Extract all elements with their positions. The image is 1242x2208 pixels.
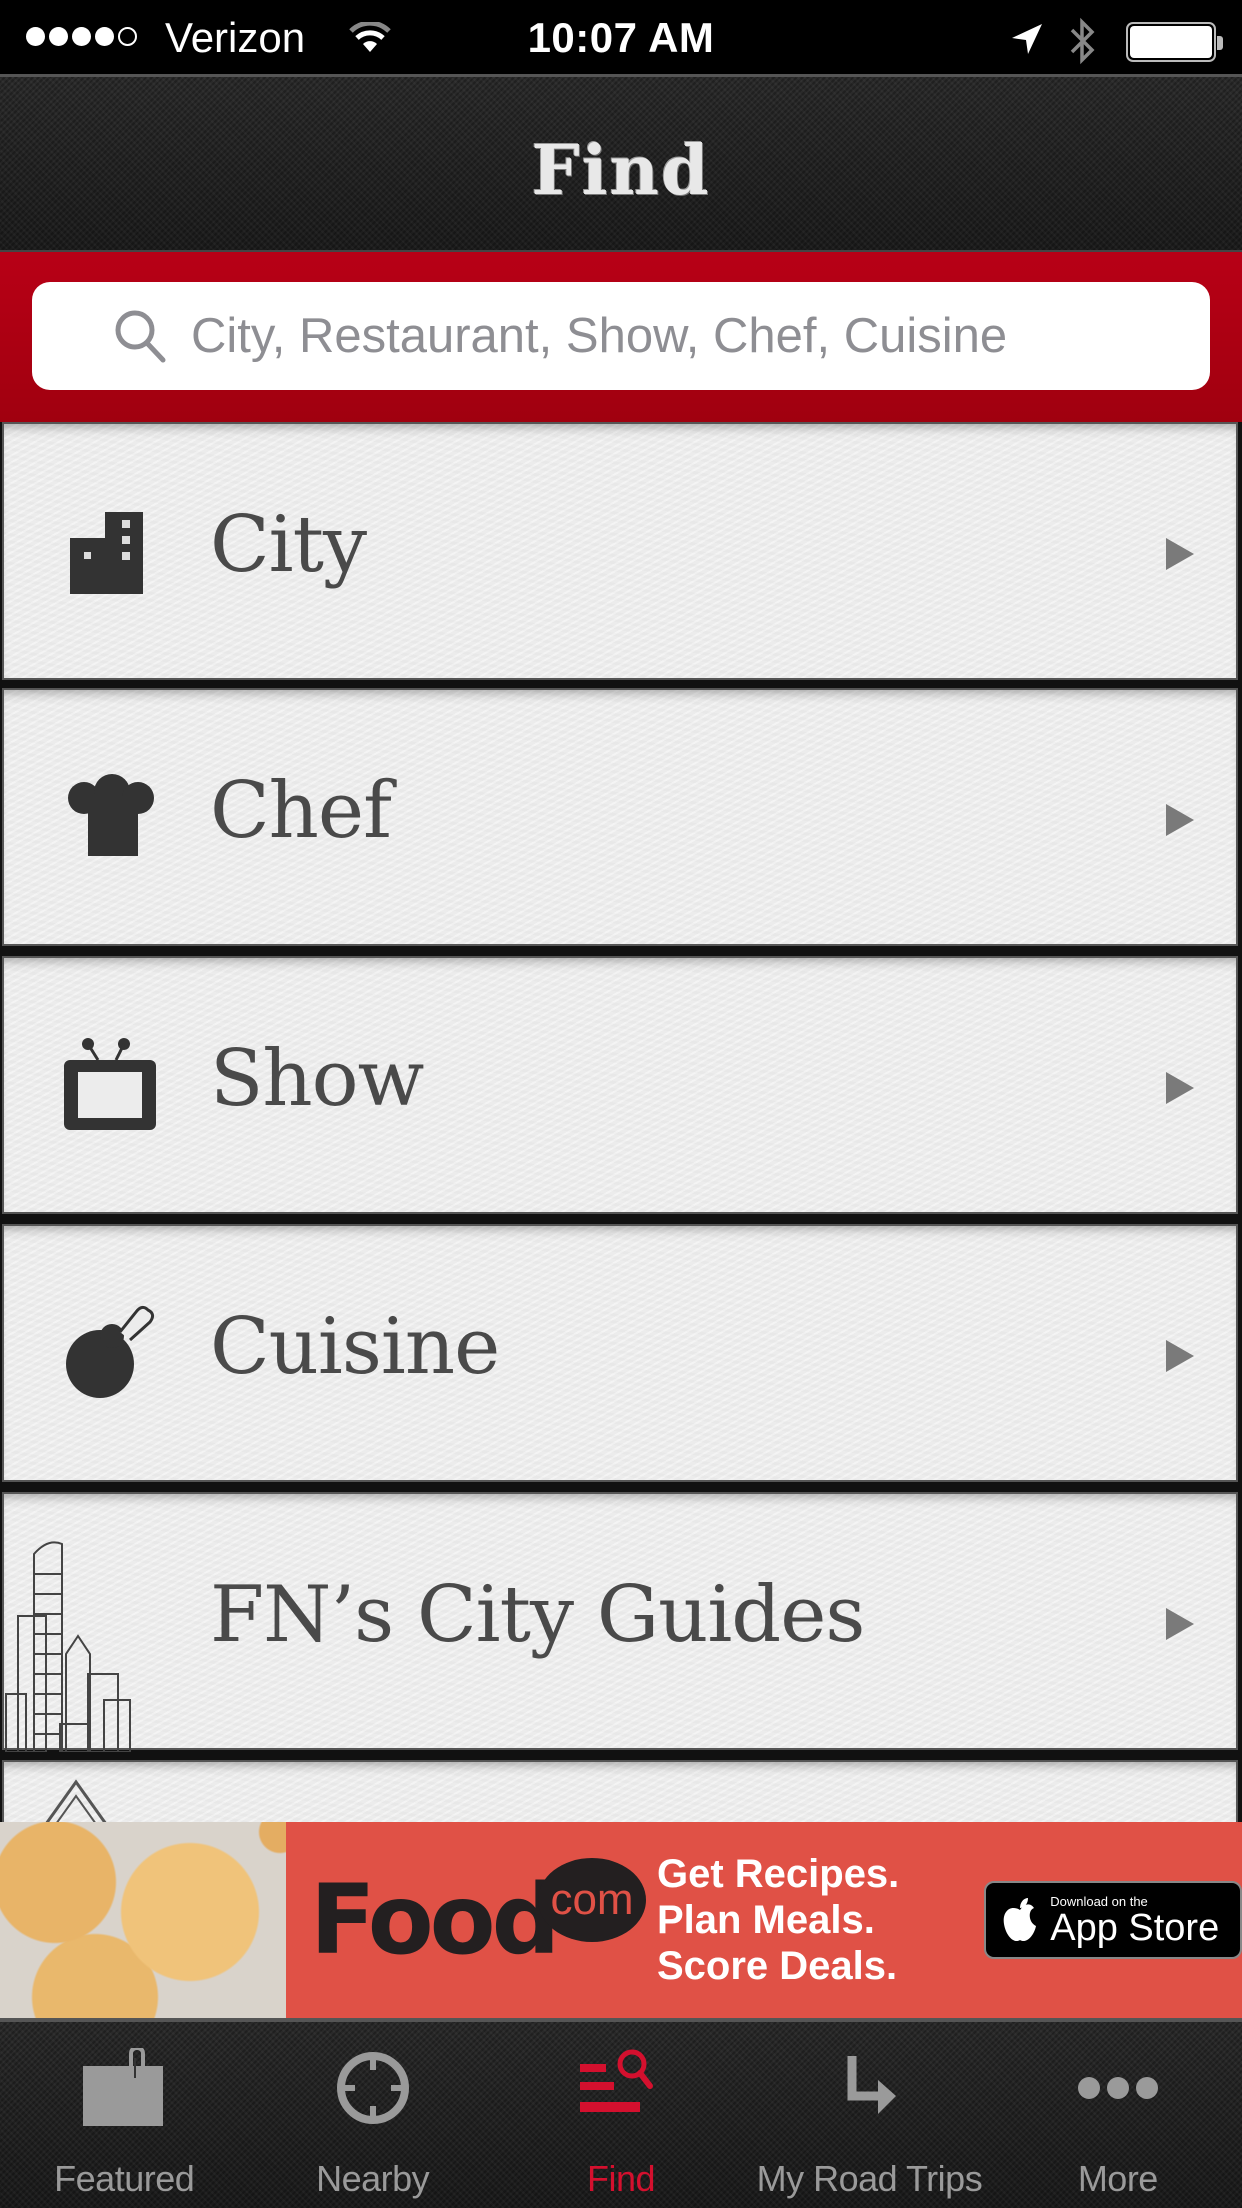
find-category-list: City Chef Show Cuisine FN’s City Guides [0, 422, 1242, 1822]
list-item-cuisine[interactable]: Cuisine [2, 1224, 1238, 1482]
status-bar: Verizon 10:07 AM [0, 0, 1242, 74]
search-input[interactable] [191, 308, 1131, 364]
turn-arrow-icon [847, 2056, 897, 2114]
tab-label: Find [587, 2158, 656, 2199]
find-list-search-icon [580, 2049, 654, 2112]
list-item-label: FN’s City Guides [210, 1570, 865, 1660]
ad-brand: Food [310, 1864, 560, 1976]
list-item-partial[interactable] [2, 1760, 1238, 1822]
chevron-right-icon [1166, 1608, 1194, 1640]
crosshair-icon [336, 2052, 409, 2124]
list-item-city-guides[interactable]: FN’s City Guides [2, 1492, 1238, 1752]
tab-nearby[interactable]: Nearby [248, 2022, 496, 2208]
bluetooth-icon [1070, 17, 1095, 65]
ad-tagline-line: Plan Meals. [656, 1898, 875, 1942]
drumstick-icon [66, 1305, 155, 1398]
app-store-badge[interactable]: Download on the App Store [984, 1881, 1242, 1959]
battery-icon [1126, 22, 1223, 62]
tab-my-road-trips[interactable]: My Road Trips [745, 2022, 993, 2208]
ad-banner[interactable]: Food com Get Recipes. Plan Meals. Score … [0, 1822, 1242, 2018]
tab-label: More [1077, 2158, 1159, 2199]
tab-label: My Road Trips [756, 2158, 983, 2199]
chef-hat-icon [68, 774, 154, 856]
ad-food-photo [0, 1822, 286, 2018]
location-arrow-icon [1012, 24, 1042, 54]
page-title: Find [531, 131, 711, 211]
navigation-bar: Find [0, 74, 1242, 250]
list-item-city[interactable]: City [2, 422, 1238, 680]
tab-more[interactable]: More [994, 2022, 1242, 2208]
search-icon [115, 310, 166, 363]
ad-tagline: Get Recipes. Plan Meals. Score Deals. [657, 1851, 954, 1989]
status-time: 10:07 AM [527, 14, 715, 61]
tab-label: Featured [54, 2158, 195, 2199]
list-item-label: Cuisine [210, 1302, 500, 1392]
tab-find[interactable]: Find [497, 2022, 745, 2208]
list-item-chef[interactable]: Chef [2, 688, 1238, 946]
tv-icon [64, 1038, 156, 1130]
list-item-show[interactable]: Show [2, 956, 1238, 1214]
apple-icon [1003, 1898, 1037, 1942]
search-bar-container [0, 250, 1242, 422]
badge-big-text: App Store [1050, 1906, 1220, 1949]
food-com-logo: Food com [310, 1822, 646, 2018]
list-item-label: Show [210, 1034, 424, 1124]
city-buildings-icon [70, 512, 143, 594]
chevron-right-icon [1166, 804, 1194, 836]
more-dots-icon [1077, 2077, 1158, 2099]
tab-label: Nearby [316, 2158, 430, 2199]
ad-brand-suffix: com [538, 1858, 646, 1942]
tab-bar: Featured Nearby Find My Road Trips More [0, 2018, 1242, 2208]
warning-triangle-icon [45, 1779, 107, 1822]
tab-featured[interactable]: Featured [0, 2022, 248, 2208]
city-skyline-icon [5, 1541, 131, 1752]
chevron-right-icon [1166, 538, 1194, 570]
clipboard-icon [83, 2048, 164, 2126]
ad-tagline-line: Get Recipes. [656, 1852, 900, 1896]
chevron-right-icon [1166, 1072, 1194, 1104]
list-item-label: Chef [210, 766, 392, 856]
ad-tagline-line: Score Deals. [656, 1944, 898, 1988]
list-item-label: City [210, 500, 367, 590]
search-field[interactable] [32, 282, 1210, 390]
chevron-right-icon [1166, 1340, 1194, 1372]
